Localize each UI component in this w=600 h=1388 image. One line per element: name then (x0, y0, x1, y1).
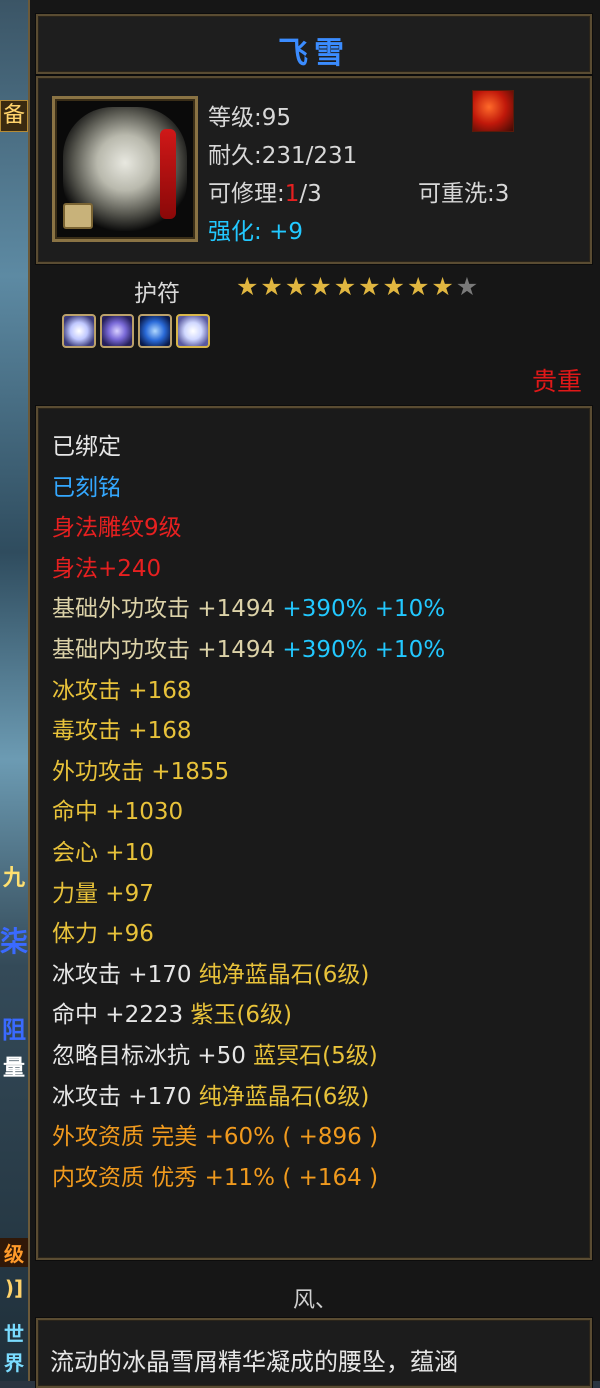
attribute-part: 命中 +2223 (52, 1002, 191, 1029)
item-icon (52, 96, 198, 242)
gem-icon (62, 314, 96, 348)
attribute-line: 基础内功攻击 +1494 +390% +10% (52, 635, 445, 665)
attribute-part: 冰攻击 +170 (52, 961, 199, 988)
enhance-value: +9 (269, 219, 303, 245)
level-stat: 等级:95 (208, 98, 291, 132)
star-rating: ★★★★★★★★★★ (236, 272, 480, 301)
lock-icon (63, 203, 93, 229)
background-scene: 备 九 柒 阻 量 级 )] 世界 (0, 0, 30, 1381)
attribute-line: 冰攻击 +168 (52, 677, 192, 704)
item-description: 流动的冰晶雪屑精华凝成的腰坠，蕴涵 (50, 1348, 458, 1376)
side-tab[interactable]: 备 (0, 100, 28, 132)
attribute-part: 冰攻击 +170 (52, 1083, 199, 1110)
attribute-line: 内攻资质 优秀 +11% ( +164 ) (52, 1164, 379, 1191)
level-label: 等级 (208, 105, 254, 131)
gem-icon (176, 314, 210, 348)
star-filled-icon: ★ (382, 272, 407, 301)
durability-value: :231/231 (254, 143, 358, 169)
side-glyph: )] (4, 1276, 24, 1300)
attribute-line: 命中 +1030 (52, 799, 184, 826)
item-info: 等级:95 耐久:231/231 可修理:1/3 可重洗:3 强化: +9 (36, 76, 592, 264)
description-box: 流动的冰晶雪屑精华凝成的腰坠，蕴涵 (36, 1318, 592, 1388)
rewash-stat: 可重洗:3 (418, 174, 509, 208)
attribute-line: 身法雕纹9级 (52, 515, 182, 542)
repair-total: /3 (299, 181, 322, 207)
rewash-value: :3 (487, 181, 510, 207)
attribute-line: 基础外功攻击 +1494 +390% +10% (52, 594, 445, 624)
attribute-line: 毒攻击 +168 (52, 718, 192, 745)
attribute-part: 纯净蓝晶石(6级) (198, 961, 370, 988)
star-empty-icon: ★ (455, 272, 481, 301)
item-tooltip: 飞雪 等级:95 耐久:231/231 可修理:1/3 可重洗:3 强化: +9… (28, 0, 600, 1388)
attribute-line: 命中 +2223 紫玉(6级) (52, 1000, 292, 1030)
item-type-section: 护符 ★★★★★★★★★★ 贵重 (36, 266, 592, 402)
star-filled-icon: ★ (260, 272, 285, 301)
repair-label: 可修理: (208, 181, 285, 207)
item-type: 护符 (134, 281, 180, 307)
attribute-line: 体力 +96 (52, 921, 154, 948)
side-glyph: 九 (2, 866, 25, 891)
attribute-part: 紫玉(6级) (190, 1002, 293, 1029)
rewash-label: 可重洗 (418, 181, 487, 207)
side-glyph: 阻 (2, 1016, 26, 1044)
attribute-line: 已刻铭 (52, 474, 121, 501)
star-filled-icon: ★ (333, 272, 359, 301)
attribute-list: 已绑定已刻铭身法雕纹9级 身法+240 基础外功攻击 +1494 +390% +10… (36, 406, 592, 1260)
attribute-line: 身法+240 (52, 555, 162, 582)
star-filled-icon: ★ (431, 272, 456, 301)
attribute-part: 基础外功攻击 +1494 (52, 596, 276, 623)
attribute-part: +390% (275, 637, 368, 663)
attribute-part: 纯净蓝晶石(6级) (198, 1083, 370, 1110)
gem-icon (138, 314, 172, 348)
enhance-label: 强化: (208, 219, 262, 245)
class-icon (472, 90, 514, 132)
repair-used: 1 (284, 181, 300, 207)
rarity-label: 贵重 (531, 367, 582, 396)
repair-stat: 可修理:1/3 (208, 174, 322, 208)
attribute-line: 忽略目标冰抗 +50 蓝冥石(5级) (52, 1041, 378, 1071)
attribute-line: 外功攻击 +1855 (52, 758, 230, 785)
side-glyph: 量 (2, 1056, 25, 1081)
side-glyph: 级 (0, 1238, 28, 1267)
durability-stat: 耐久:231/231 (208, 136, 357, 170)
attribute-part: +390% (275, 596, 368, 623)
attribute-part: 忽略目标冰抗 +50 (52, 1043, 254, 1069)
title-bar: 飞雪 (36, 14, 592, 74)
attribute-line: 冰攻击 +170 纯净蓝晶石(6级) (52, 1082, 369, 1112)
item-name: 飞雪 (278, 36, 350, 71)
level-value: :95 (254, 105, 292, 131)
attribute-part: +10% (367, 596, 446, 623)
enhance-stat: 强化: +9 (208, 212, 303, 246)
durability-label: 耐久 (208, 143, 254, 169)
star-filled-icon: ★ (309, 272, 334, 301)
tassel-icon (160, 129, 176, 219)
item-tag: 风、 (292, 1288, 337, 1313)
star-filled-icon: ★ (406, 272, 432, 301)
attribute-part: +10% (367, 637, 446, 663)
attribute-part: 蓝冥石(5级) (253, 1043, 378, 1069)
attribute-line: 力量 +97 (52, 880, 154, 907)
attribute-line: 冰攻击 +170 纯净蓝晶石(6级) (52, 960, 369, 990)
attribute-line: 会心 +10 (52, 840, 154, 866)
star-filled-icon: ★ (236, 272, 261, 301)
gem-icon (100, 314, 134, 348)
socket-gems (62, 314, 214, 352)
side-glyph: 柒 (0, 925, 29, 958)
attribute-line: 外攻资质 完美 +60% ( +896 ) (52, 1124, 379, 1151)
side-glyph: 世界 (4, 1322, 24, 1375)
attribute-line: 已绑定 (52, 434, 121, 460)
attribute-part: 基础内功攻击 +1494 (52, 637, 276, 663)
star-filled-icon: ★ (284, 272, 310, 301)
star-filled-icon: ★ (358, 272, 383, 301)
